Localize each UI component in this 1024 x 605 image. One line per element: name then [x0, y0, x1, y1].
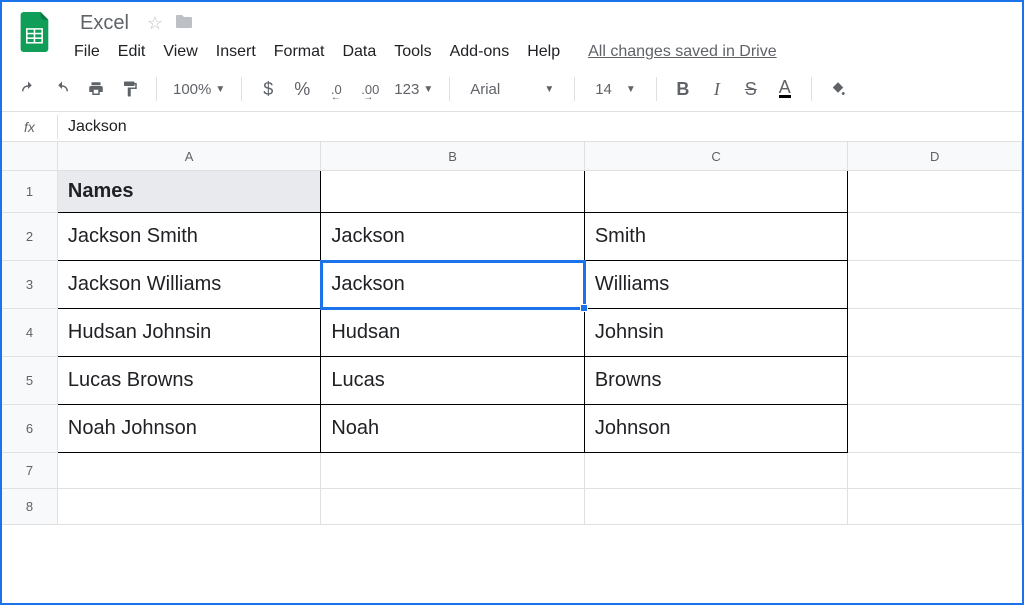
menu-insert[interactable]: Insert: [216, 43, 256, 61]
cell-D6[interactable]: [848, 405, 1022, 453]
row-header-4[interactable]: 4: [2, 309, 58, 357]
document-title[interactable]: Excel: [74, 10, 135, 37]
menu-tools[interactable]: Tools: [394, 43, 431, 61]
menu-help[interactable]: Help: [527, 43, 560, 61]
row-header-7[interactable]: 7: [2, 453, 58, 489]
increase-decimal-button[interactable]: .00→: [356, 75, 384, 103]
paint-format-button[interactable]: [116, 75, 144, 103]
row-header-3[interactable]: 3: [2, 261, 58, 309]
cell-A1[interactable]: Names: [58, 171, 321, 213]
cell-D4[interactable]: [848, 309, 1022, 357]
cell-B1[interactable]: [321, 171, 584, 213]
row-header-6[interactable]: 6: [2, 405, 58, 453]
cell-D2[interactable]: [848, 213, 1022, 261]
caret-down-icon: ▼: [423, 84, 433, 95]
cell-A8[interactable]: [58, 489, 321, 525]
font-dropdown[interactable]: Arial ▼: [462, 81, 562, 98]
column-header-C[interactable]: C: [585, 142, 848, 170]
cell-C6[interactable]: Johnson: [585, 405, 848, 453]
menu-addons[interactable]: Add-ons: [450, 43, 510, 61]
cell-B6[interactable]: Noah: [321, 405, 584, 453]
redo-button[interactable]: [48, 75, 76, 103]
app-header: Excel ☆ File Edit View Insert Format Dat…: [2, 2, 1022, 61]
menu-data[interactable]: Data: [342, 43, 376, 61]
cell-D1[interactable]: [848, 171, 1022, 213]
sheets-logo[interactable]: [14, 10, 58, 54]
italic-button[interactable]: I: [703, 75, 731, 103]
caret-down-icon: ▼: [626, 84, 636, 95]
column-header-B[interactable]: B: [321, 142, 584, 170]
row-header-1[interactable]: 1: [2, 171, 58, 213]
fill-color-button[interactable]: [824, 75, 852, 103]
row-header-8[interactable]: 8: [2, 489, 58, 525]
cell-A2[interactable]: Jackson Smith: [58, 213, 321, 261]
cell-D7[interactable]: [848, 453, 1022, 489]
text-color-button[interactable]: A: [771, 75, 799, 103]
print-button[interactable]: [82, 75, 110, 103]
spreadsheet-grid: A B C D 1 Names 2 Jackson Smith Jackson …: [2, 142, 1022, 525]
formula-bar: fx Jackson: [2, 112, 1022, 142]
star-icon[interactable]: ☆: [147, 13, 163, 34]
select-all-corner[interactable]: [2, 142, 58, 170]
cell-A7[interactable]: [58, 453, 321, 489]
currency-button[interactable]: $: [254, 75, 282, 103]
cell-A3[interactable]: Jackson Williams: [58, 261, 321, 309]
cell-C1[interactable]: [585, 171, 848, 213]
cell-A4[interactable]: Hudsan Johnsin: [58, 309, 321, 357]
sheets-icon: [16, 12, 56, 52]
cell-C8[interactable]: [585, 489, 848, 525]
cell-A5[interactable]: Lucas Browns: [58, 357, 321, 405]
row-header-2[interactable]: 2: [2, 213, 58, 261]
row-header-5[interactable]: 5: [2, 357, 58, 405]
formula-input[interactable]: Jackson: [58, 114, 1022, 140]
cell-D8[interactable]: [848, 489, 1022, 525]
toolbar: 100% ▼ $ % .0← .00→ 123 ▼ Arial ▼ 14 ▼ B…: [2, 67, 1022, 112]
cell-C7[interactable]: [585, 453, 848, 489]
zoom-value: 100%: [173, 81, 211, 98]
cell-C4[interactable]: Johnsin: [585, 309, 848, 357]
cell-C3[interactable]: Williams: [585, 261, 848, 309]
cell-B2[interactable]: Jackson: [321, 213, 584, 261]
cell-B5[interactable]: Lucas: [321, 357, 584, 405]
more-formats-dropdown[interactable]: 123 ▼: [390, 81, 437, 98]
cell-C5[interactable]: Browns: [585, 357, 848, 405]
undo-button[interactable]: [14, 75, 42, 103]
menu-format[interactable]: Format: [274, 43, 325, 61]
cell-D3[interactable]: [848, 261, 1022, 309]
bold-button[interactable]: B: [669, 75, 697, 103]
cell-B7[interactable]: [321, 453, 584, 489]
strikethrough-button[interactable]: S: [737, 75, 765, 103]
cell-C2[interactable]: Smith: [585, 213, 848, 261]
font-size-dropdown[interactable]: 14 ▼: [587, 81, 644, 98]
menu-file[interactable]: File: [74, 43, 100, 61]
zoom-dropdown[interactable]: 100% ▼: [169, 81, 229, 98]
cell-B4[interactable]: Hudsan: [321, 309, 584, 357]
save-status[interactable]: All changes saved in Drive: [588, 43, 777, 61]
cell-B3[interactable]: Jackson: [321, 261, 584, 309]
menu-view[interactable]: View: [163, 43, 197, 61]
fill-handle[interactable]: [580, 304, 588, 312]
cell-A6[interactable]: Noah Johnson: [58, 405, 321, 453]
caret-down-icon: ▼: [544, 84, 554, 95]
column-header-A[interactable]: A: [58, 142, 321, 170]
folder-icon[interactable]: [175, 13, 193, 34]
cell-D5[interactable]: [848, 357, 1022, 405]
percent-button[interactable]: %: [288, 75, 316, 103]
menu-edit[interactable]: Edit: [118, 43, 146, 61]
fx-label[interactable]: fx: [2, 115, 58, 139]
decrease-decimal-button[interactable]: .0←: [322, 75, 350, 103]
cell-B8[interactable]: [321, 489, 584, 525]
caret-down-icon: ▼: [215, 84, 225, 95]
menu-bar: File Edit View Insert Format Data Tools …: [74, 43, 1010, 61]
column-header-D[interactable]: D: [848, 142, 1022, 170]
